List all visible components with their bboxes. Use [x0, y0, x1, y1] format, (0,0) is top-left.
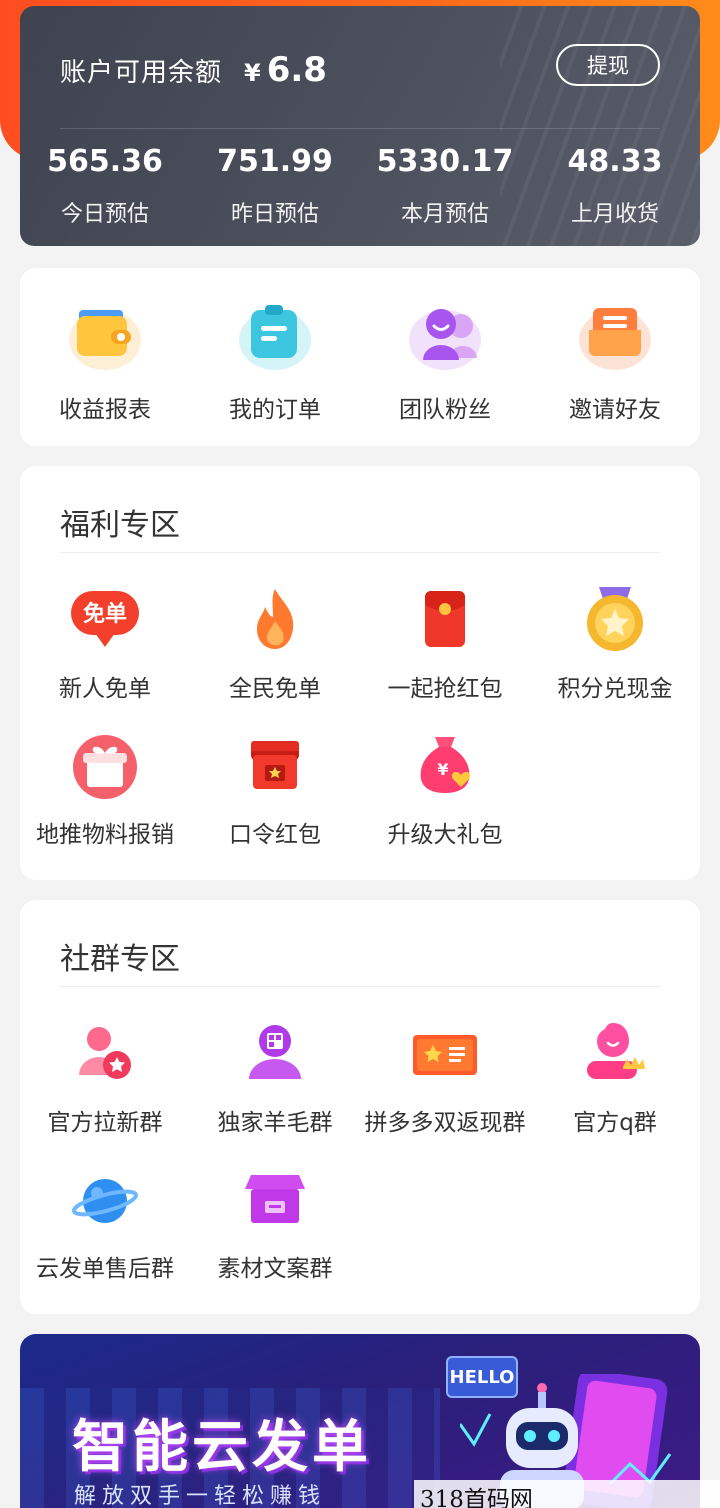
community-cloud-aftersale[interactable]: 云发单售后群 — [20, 1133, 190, 1282]
stat-value: 5330.17 — [376, 144, 514, 179]
order-clipboard-icon — [235, 300, 315, 372]
shop-icon — [239, 1165, 311, 1235]
quick-label: 收益报表 — [59, 397, 151, 423]
welfare-points-to-cash[interactable]: 积分兑现金 — [530, 553, 700, 702]
grid-label: 素材文案群 — [217, 1256, 333, 1282]
welfare-password-red-packet[interactable]: 口令红包 — [190, 699, 360, 848]
watermark: 318首码网 www.E318.com — [414, 1480, 720, 1508]
section-title: 福利专区 — [60, 508, 180, 543]
quick-invite-friends[interactable]: 邀请好友 — [530, 300, 700, 424]
stat-label: 今日预估 — [60, 202, 149, 227]
stat-label: 昨日预估 — [230, 202, 319, 227]
divider — [60, 128, 660, 129]
currency-symbol: ¥ — [244, 59, 261, 87]
stat-value: 751.99 — [217, 144, 333, 179]
banner-subtitle: 解放双手一轻松赚钱 — [74, 1484, 327, 1508]
planet-icon — [69, 1165, 141, 1235]
invite-envelope-icon — [575, 300, 655, 372]
grid-label: 新人免单 — [59, 676, 151, 702]
stat-value: 48.33 — [567, 144, 663, 179]
withdraw-button[interactable]: 提现 — [556, 44, 660, 86]
stat-yesterday[interactable]: 751.99 昨日预估 — [190, 144, 360, 228]
stat-this-month[interactable]: 5330.17 本月预估 — [360, 144, 530, 228]
grid-label: 全民免单 — [229, 676, 321, 702]
welfare-promo-reimburse[interactable]: 地推物料报销 — [20, 699, 190, 848]
grid-label: 升级大礼包 — [387, 822, 503, 848]
welfare-newcomer-free[interactable]: 免单 新人免单 — [20, 553, 190, 702]
grid-label: 官方q群 — [573, 1110, 657, 1136]
balance-value: 6.8 — [266, 50, 327, 90]
grid-label: 口令红包 — [229, 822, 321, 848]
community-exclusive-deals[interactable]: 独家羊毛群 — [190, 987, 360, 1136]
badge-text: 免单 — [83, 601, 127, 627]
quick-my-orders[interactable]: 我的订单 — [190, 300, 360, 424]
quick-team-fans[interactable]: 团队粉丝 — [360, 300, 530, 424]
stat-label: 上月收货 — [570, 202, 659, 227]
ticket-star-icon — [409, 1019, 481, 1089]
quick-label: 团队粉丝 — [399, 397, 491, 423]
stat-last-month[interactable]: 48.33 上月收货 — [530, 144, 700, 228]
grid-label: 一起抢红包 — [387, 676, 503, 702]
grid-label: 云发单售后群 — [36, 1256, 174, 1282]
svg-text:¥: ¥ — [437, 760, 448, 779]
earnings-stats: 565.36 今日预估 751.99 昨日预估 5330.17 本月预估 48.… — [20, 144, 700, 228]
quick-label: 邀请好友 — [569, 397, 661, 423]
welfare-section: 福利专区 免单 新人免单 全民免单 一起抢红包 积分兑现金 地推物料报销 口令红… — [20, 466, 700, 880]
balance-label: 账户可用余额 — [60, 58, 223, 88]
grid-label: 积分兑现金 — [557, 676, 673, 702]
quick-earnings-report[interactable]: 收益报表 — [20, 300, 190, 424]
banner-title: 智能云发单 — [72, 1415, 372, 1480]
balance-row: 账户可用余额 ¥ 6.8 — [60, 50, 327, 90]
community-section: 社群专区 官方拉新群 独家羊毛群 拼多多双返现群 官方q群 云发单售后群 素材文… — [20, 900, 700, 1314]
welfare-everyone-free[interactable]: 全民免单 — [190, 553, 360, 702]
community-official-qq[interactable]: 官方q群 — [530, 987, 700, 1136]
stat-today[interactable]: 565.36 今日预估 — [20, 144, 190, 228]
stat-label: 本月预估 — [400, 202, 489, 227]
star-medal-icon — [579, 585, 651, 655]
community-official-recruit[interactable]: 官方拉新群 — [20, 987, 190, 1136]
team-fans-icon — [405, 300, 485, 372]
grid-label: 拼多多双返现群 — [364, 1110, 526, 1136]
flame-icon — [239, 585, 311, 655]
grid-label: 独家羊毛群 — [217, 1110, 333, 1136]
quick-actions-card: 收益报表 我的订单 团队粉丝 邀请好友 — [20, 268, 700, 446]
section-title: 社群专区 — [60, 942, 180, 977]
user-star-icon — [69, 1019, 141, 1089]
quick-label: 我的订单 — [229, 397, 321, 423]
welfare-upgrade-gift[interactable]: ¥ 升级大礼包 — [360, 699, 530, 848]
money-bag-icon: ¥ — [409, 731, 481, 801]
grid-label: 官方拉新群 — [47, 1110, 163, 1136]
user-crown-icon — [579, 1019, 651, 1089]
community-material-copy[interactable]: 素材文案群 — [190, 1133, 360, 1282]
free-order-badge-icon: 免单 — [69, 585, 141, 655]
password-red-packet-icon — [239, 731, 311, 801]
welfare-grab-red-packet[interactable]: 一起抢红包 — [360, 553, 530, 702]
red-packet-icon — [409, 585, 481, 655]
community-pdd-cashback[interactable]: 拼多多双返现群 — [360, 987, 530, 1136]
account-card: 账户可用余额 ¥ 6.8 提现 565.36 今日预估 751.99 昨日预估 … — [20, 6, 700, 246]
stat-value: 565.36 — [47, 144, 163, 179]
user-qrcode-icon — [239, 1019, 311, 1089]
grid-label: 地推物料报销 — [36, 822, 174, 848]
wallet-icon — [65, 300, 145, 372]
gift-box-icon — [69, 731, 141, 801]
